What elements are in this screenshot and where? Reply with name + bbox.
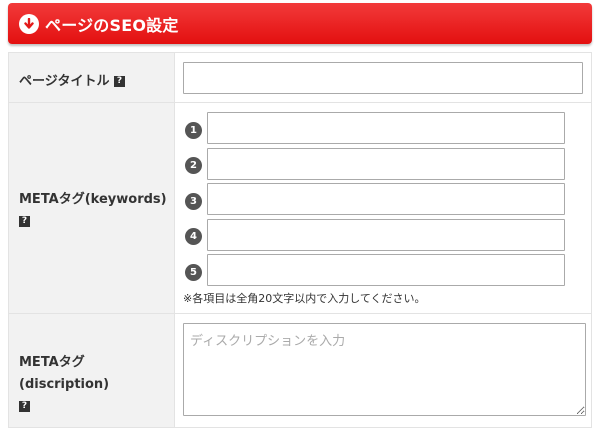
keyword-number-3: 3 xyxy=(185,193,202,210)
meta-description-label: METAタグ(discription) xyxy=(19,355,110,392)
row-meta-keywords: METAタグ(keywords) ? 1 2 3 4 5 ※各項目は全角20文字… xyxy=(9,103,591,314)
page-title-input[interactable] xyxy=(183,62,583,94)
keyword-number-5: 5 xyxy=(185,264,202,281)
keyword-note: ※各項目は全角20文字以内で入力してください。 xyxy=(183,292,426,305)
help-icon[interactable]: ? xyxy=(114,76,126,87)
row-page-title: ページタイトル ? xyxy=(9,53,591,103)
section-header: ページのSEO設定 xyxy=(8,3,592,44)
keyword-number-1: 1 xyxy=(185,122,202,139)
label-cell: METAタグ(keywords) ? xyxy=(9,103,175,313)
keyword-input-5[interactable] xyxy=(207,254,565,286)
page-title-label: ページタイトル xyxy=(19,74,110,89)
meta-keywords-label: METAタグ(keywords) xyxy=(19,192,167,207)
section-title: ページのSEO設定 xyxy=(45,15,179,35)
keyword-input-2[interactable] xyxy=(207,148,565,180)
seo-settings-table: ページタイトル ? METAタグ(keywords) ? 1 2 3 4 5 ※… xyxy=(8,52,592,428)
keyword-number-2: 2 xyxy=(185,157,202,174)
row-meta-description: METAタグ(discription) ? xyxy=(9,314,591,427)
keyword-input-4[interactable] xyxy=(207,219,565,251)
help-icon[interactable]: ? xyxy=(19,401,30,412)
arrow-down-circle-icon xyxy=(19,13,39,34)
keyword-input-1[interactable] xyxy=(207,112,565,144)
help-icon[interactable]: ? xyxy=(19,216,30,227)
label-cell: ページタイトル ? xyxy=(9,53,175,102)
meta-description-textarea[interactable] xyxy=(183,323,586,416)
label-cell: METAタグ(discription) ? xyxy=(9,314,175,427)
keyword-input-3[interactable] xyxy=(207,183,565,215)
keyword-number-4: 4 xyxy=(185,228,202,245)
